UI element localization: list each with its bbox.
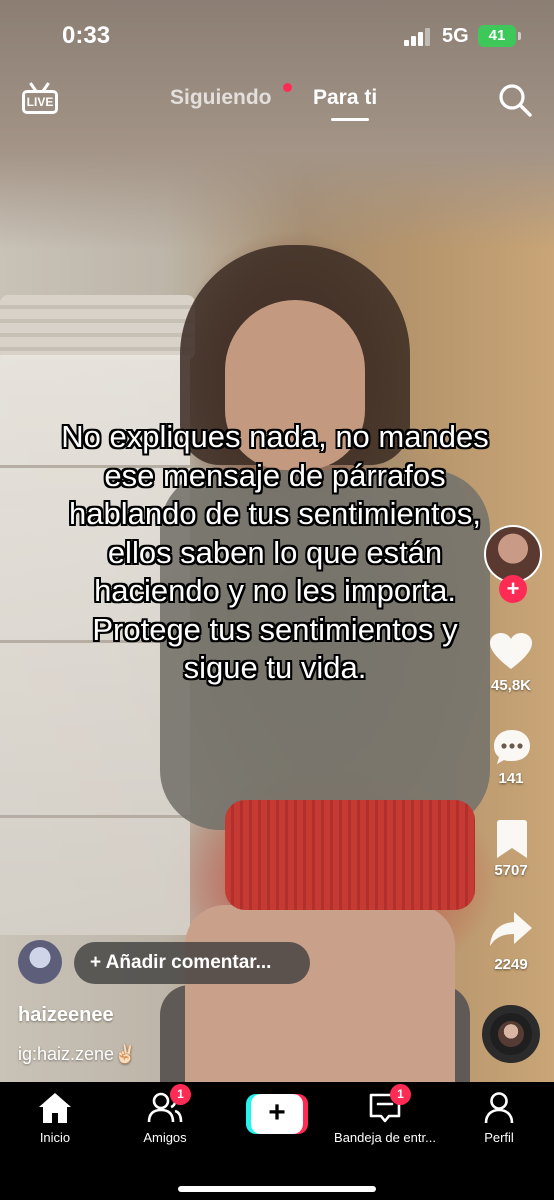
status-bar: 0:33 5G 41 [0, 0, 554, 70]
search-icon[interactable] [497, 82, 533, 118]
like-count: 45,8K [490, 677, 532, 694]
music-disc-avatar [498, 1021, 524, 1047]
live-icon: LIVE [22, 90, 58, 114]
battery-icon: 41 [478, 25, 516, 47]
home-icon [39, 1093, 71, 1123]
nav-profile-label: Perfil [484, 1130, 514, 1145]
nav-friends[interactable]: 1 Amigos [110, 1084, 220, 1145]
bookmark-icon[interactable] [497, 820, 527, 858]
inbox-icon: 1 [367, 1084, 411, 1126]
live-button[interactable]: LIVE [22, 82, 58, 114]
nav-friends-label: Amigos [143, 1130, 187, 1145]
battery-level: 41 [488, 27, 506, 44]
nav-home[interactable]: Inicio [0, 1090, 110, 1145]
add-comment-button[interactable]: + Añadir comentar... [74, 942, 310, 984]
friends-icon: 1 [147, 1084, 191, 1126]
profile-icon [484, 1092, 514, 1124]
follow-button[interactable]: + [499, 575, 527, 603]
nav-inbox-label: Bandeja de entr... [334, 1130, 436, 1145]
music-disc[interactable] [482, 1005, 540, 1063]
battery-tip [518, 32, 521, 40]
video-scene-towels [0, 295, 195, 360]
signal-icon [404, 28, 432, 46]
inbox-badge: 1 [390, 1084, 411, 1105]
comment-icon[interactable] [492, 728, 532, 766]
network-type: 5G [442, 25, 469, 47]
save-count: 5707 [494, 862, 528, 879]
share-icon[interactable] [490, 910, 532, 948]
tab-for-you[interactable]: Para ti [313, 86, 377, 110]
create-button[interactable]: + [246, 1094, 308, 1134]
commenter-avatar [18, 940, 62, 984]
video-scene-person [185, 905, 455, 1082]
notification-dot [283, 83, 292, 92]
heart-icon[interactable] [490, 633, 532, 671]
comment-count: 141 [498, 770, 524, 787]
create-plus-icon: + [251, 1094, 303, 1134]
video-overlay-text: No expliques nada, no mandes ese mensaje… [61, 419, 489, 685]
status-time: 0:33 [62, 22, 111, 49]
friends-badge: 1 [170, 1084, 191, 1105]
video-scene-top [225, 800, 475, 910]
video-description[interactable]: ig:haiz.zene✌🏻 [18, 1044, 136, 1065]
share-count: 2249 [494, 956, 528, 973]
active-tab-indicator [331, 118, 369, 121]
author-username[interactable]: haizeenee [18, 1004, 114, 1027]
nav-profile[interactable]: Perfil [444, 1090, 554, 1145]
nav-inbox[interactable]: 1 Bandeja de entr... [330, 1084, 440, 1145]
nav-home-label: Inicio [39, 1130, 71, 1145]
home-indicator[interactable] [178, 1186, 376, 1192]
tab-following[interactable]: Siguiendo [170, 86, 272, 110]
